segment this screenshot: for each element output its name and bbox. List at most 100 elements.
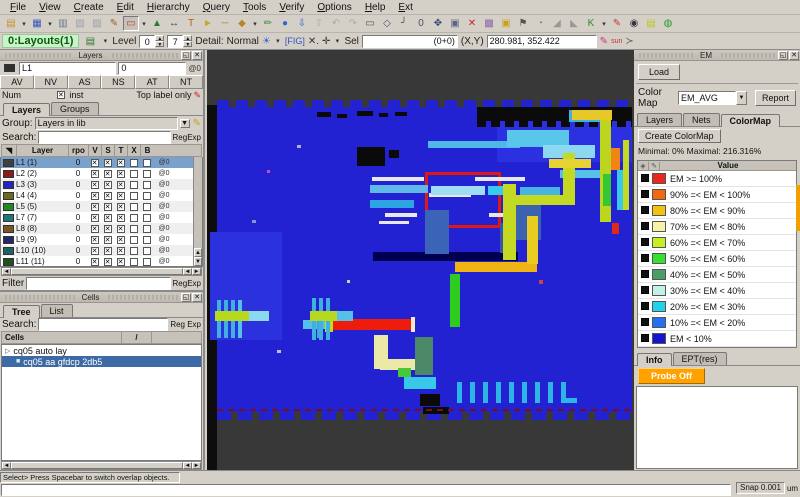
layer-x-checkbox[interactable] — [127, 225, 140, 233]
col-s[interactable]: S — [102, 145, 115, 156]
layer-x-checkbox[interactable] — [127, 214, 140, 222]
cell-leaf-icon[interactable]: ■ — [16, 358, 20, 365]
layer-row[interactable]: L4 (4)0✕✕✕@0 — [1, 190, 202, 201]
colormap-swatch[interactable] — [652, 253, 666, 264]
layer-v-checkbox[interactable]: ✕ — [88, 192, 101, 200]
col-b[interactable]: B — [141, 145, 154, 156]
level-max-stepper[interactable]: 7 ▲▼ — [167, 35, 192, 48]
layer-filter-input[interactable] — [26, 277, 170, 290]
level-min-arrows[interactable]: ▲▼ — [155, 35, 164, 48]
layer-b-checkbox[interactable] — [140, 225, 153, 233]
load-button[interactable]: Load — [638, 64, 680, 80]
ascend-icon[interactable]: ⇧ — [311, 16, 327, 31]
layer-s-checkbox[interactable]: ✕ — [101, 203, 114, 211]
current-purpose-field[interactable]: 0 — [118, 62, 186, 75]
cells-tree[interactable]: ▷cq05 auto lay■cq05 aa gfdcp 2db5 — [1, 344, 202, 461]
placeholder-1-icon[interactable]: ▧ — [72, 16, 88, 31]
level-max-arrows[interactable]: ▲▼ — [183, 35, 192, 48]
cells-hscrollbar[interactable]: ◄ ◄ ► — [1, 461, 202, 470]
titlebar-grip[interactable] — [637, 53, 693, 58]
layer-v-checkbox[interactable]: ✕ — [88, 203, 101, 211]
colormap-checkbox[interactable] — [638, 254, 652, 264]
detail-value[interactable]: Normal — [227, 36, 259, 47]
regexp-label[interactable]: RegExp — [173, 133, 201, 142]
float-panel-icon[interactable]: ◱ — [181, 293, 191, 302]
titlebar-grip[interactable] — [106, 295, 178, 300]
text-label-icon[interactable]: T — [183, 16, 199, 31]
colormap-swatch[interactable] — [652, 317, 666, 328]
titlebar-grip[interactable] — [3, 295, 75, 300]
layer-v-checkbox[interactable]: ✕ — [88, 236, 101, 244]
col-layer[interactable]: Layer — [17, 145, 69, 156]
colormap-row[interactable]: 60% =< EM < 70% — [638, 235, 796, 251]
layer-s-checkbox[interactable]: ✕ — [101, 170, 114, 178]
filter-regexp-label[interactable]: RegExp — [173, 279, 201, 288]
layer-x-checkbox[interactable] — [127, 170, 140, 178]
scroll-left-icon[interactable]: ◄ — [183, 268, 192, 275]
layer-t-checkbox[interactable]: ✕ — [114, 236, 127, 244]
eraser-icon[interactable]: ✎ — [609, 16, 625, 31]
layer-t-checkbox[interactable]: ✕ — [114, 225, 127, 233]
layer-t-checkbox[interactable]: ✕ — [114, 181, 127, 189]
command-line-field[interactable] — [1, 484, 731, 496]
hierarchy-tree-icon[interactable]: ▲ — [149, 16, 165, 31]
titlebar-grip[interactable] — [110, 53, 179, 58]
level-min-value[interactable]: 0 — [139, 35, 155, 48]
brush-icon[interactable]: ✎ — [106, 16, 122, 31]
menu-help[interactable]: Help — [359, 1, 392, 14]
save-icon[interactable]: ▦ — [29, 16, 45, 31]
layer-v-checkbox[interactable]: ✕ — [88, 170, 101, 178]
layer-s-checkbox[interactable]: ✕ — [101, 236, 114, 244]
colormap-checkbox[interactable] — [638, 190, 652, 200]
menu-options[interactable]: Options — [311, 1, 357, 14]
colormap-swatch[interactable] — [652, 269, 666, 280]
draw-polygon-icon[interactable]: ◇ — [379, 16, 395, 31]
colormap-swatch[interactable] — [652, 237, 666, 248]
colormap-swatch[interactable] — [652, 189, 666, 200]
layer-b-checkbox[interactable] — [140, 236, 153, 244]
cells-search-input[interactable] — [38, 318, 168, 331]
colormap-row[interactable]: 80% =< EM < 90% — [638, 203, 796, 219]
all-visible-button[interactable]: AV — [0, 75, 34, 89]
group-dropdown-icon[interactable]: ▼ — [180, 119, 190, 128]
layer-color-swatch[interactable] — [3, 258, 14, 266]
colormap-checkbox[interactable] — [638, 206, 652, 216]
colormap-row[interactable]: 90% =< EM < 100% — [638, 187, 796, 203]
layer-b-checkbox[interactable] — [140, 159, 153, 167]
layer-x-checkbox[interactable] — [127, 247, 140, 255]
sun-mode-label[interactable]: sun — [611, 38, 622, 45]
colormap-row[interactable]: 40% =< EM < 50% — [638, 267, 796, 283]
layer-color-swatch[interactable] — [3, 203, 14, 211]
colormap-row[interactable]: EM < 10% — [638, 331, 796, 347]
colormap-combo-value[interactable]: EM_AVG — [678, 91, 736, 105]
probe-off-button[interactable]: Probe Off — [638, 368, 705, 384]
layer-list[interactable]: ▲ ▼ L1 (1)0✕✕✕@0L2 (2)0✕✕✕@0L3 (3)0✕✕✕@0… — [0, 157, 203, 267]
tree-expander-icon[interactable]: ▷ — [5, 347, 10, 355]
layer-row[interactable]: L11 (11)0✕✕✕@0 — [1, 256, 202, 267]
move-icon[interactable]: ✥ — [430, 16, 446, 31]
colormap-combo[interactable]: EM_AVG ▼ — [678, 91, 747, 105]
all-selectable-button[interactable]: AS — [68, 75, 102, 89]
scroll-right-icon[interactable]: ► — [192, 268, 201, 275]
layer-x-checkbox[interactable] — [127, 181, 140, 189]
colormap-swatch[interactable] — [652, 173, 666, 184]
layer-row[interactable]: L1 (1)0✕✕✕@0 — [1, 157, 202, 168]
layers-titlebar[interactable]: Layers ◱ ✕ — [0, 50, 203, 61]
layer-x-checkbox[interactable] — [127, 203, 140, 211]
colormap-row[interactable]: 70% =< EM < 80% — [638, 219, 796, 235]
layer-v-checkbox[interactable]: ✕ — [88, 214, 101, 222]
cursor-x-icon[interactable]: ✕. — [308, 36, 319, 47]
cell-tree-item[interactable]: ■cq05 aa gfdcp 2db5 — [2, 356, 201, 367]
combo-dropdown-icon[interactable]: ▼ — [736, 91, 747, 105]
current-layer-field[interactable]: L1 — [19, 62, 116, 75]
selection-count-field[interactable]: (0+0) — [362, 35, 458, 48]
none-selectable-button[interactable]: NS — [101, 75, 135, 89]
layer-t-checkbox[interactable]: ✕ — [114, 203, 127, 211]
detail-menu-icon[interactable]: ▾ — [274, 34, 282, 49]
layouts-indicator[interactable]: 0:Layouts(1) — [2, 34, 79, 48]
none-visible-button[interactable]: NV — [34, 75, 68, 89]
none-text-button[interactable]: NT — [169, 75, 203, 89]
cells-titlebar[interactable]: Cells ◱ ✕ — [0, 292, 203, 303]
layer-row[interactable]: L9 (9)0✕✕✕@0 — [1, 234, 202, 245]
tab-groups[interactable]: Groups — [51, 102, 99, 115]
